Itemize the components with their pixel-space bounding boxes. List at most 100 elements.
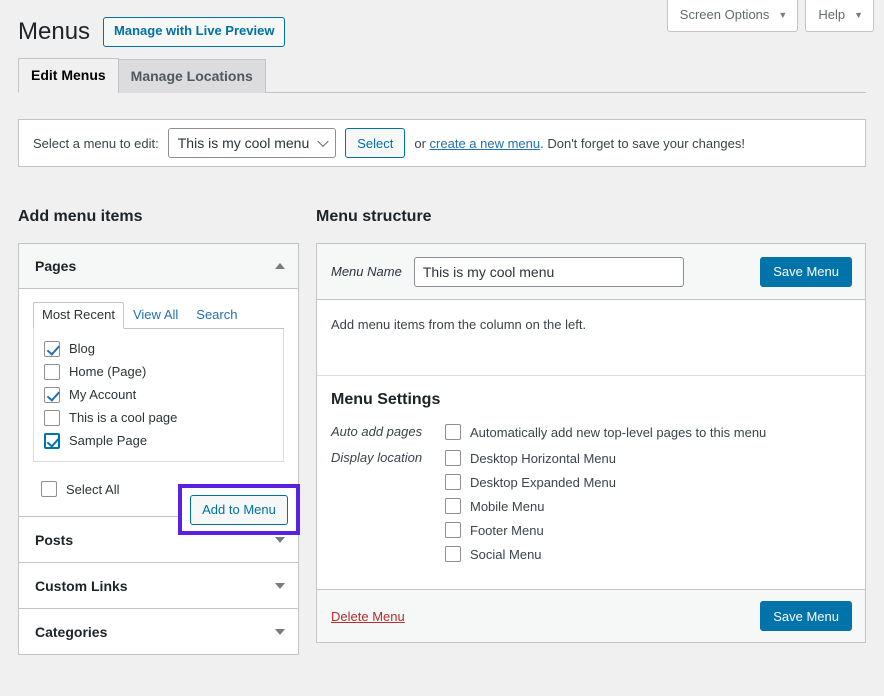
display-location-option[interactable]: Desktop Expanded Menu <box>445 473 616 491</box>
screen-meta-links: Screen Options ▼ Help ▼ <box>667 0 874 32</box>
custom-links-accordion-header[interactable]: Custom Links <box>19 563 298 608</box>
display-location-row: Display location Desktop Horizontal Menu… <box>331 449 851 563</box>
checkbox-social-menu[interactable] <box>445 546 461 562</box>
checkbox-footer-menu[interactable] <box>445 522 461 538</box>
list-item[interactable]: My Account <box>34 383 283 406</box>
tab-manage-locations[interactable]: Manage Locations <box>118 59 266 93</box>
menu-dropdown[interactable]: This is my cool menu <box>168 128 336 158</box>
manage-with-live-preview-button[interactable]: Manage with Live Preview <box>103 17 285 47</box>
help-button[interactable]: Help ▼ <box>805 0 874 32</box>
auto-add-pages-label: Auto add pages <box>331 423 445 441</box>
select-menu-label: Select a menu to edit: <box>33 136 159 151</box>
menu-structure-footer: Delete Menu Save Menu <box>317 589 865 642</box>
chevron-down-icon <box>318 136 329 147</box>
checkbox-blog[interactable] <box>44 341 60 357</box>
create-a-new-menu-link[interactable]: create a new menu <box>430 136 541 151</box>
menu-structure-panel: Menu Name Save Menu Add menu items from … <box>316 243 866 643</box>
checkbox-this-is-a-cool-page[interactable] <box>44 410 60 426</box>
menu-name-row: Menu Name Save Menu <box>317 244 865 300</box>
sub-tab-search[interactable]: Search <box>187 306 246 328</box>
checkbox-auto-add-pages[interactable] <box>445 424 461 440</box>
list-item-label: Blog <box>69 342 95 355</box>
empty-menu-note: Add menu items from the column on the le… <box>331 317 851 332</box>
checkbox-mobile-menu[interactable] <box>445 498 461 514</box>
select-all-label: Select All <box>66 482 119 497</box>
custom-links-accordion-title: Custom Links <box>35 578 128 594</box>
triangle-down-icon[interactable] <box>275 629 285 635</box>
create-menu-hint: or create a new menu. Don't forget to sa… <box>414 136 745 151</box>
display-location-option[interactable]: Desktop Horizontal Menu <box>445 449 616 467</box>
menu-dropdown-value: This is my cool menu <box>178 135 309 151</box>
list-item[interactable]: Sample Page <box>34 429 283 452</box>
page-header: Menus Manage with Live Preview <box>18 16 285 47</box>
checkbox-select-all[interactable] <box>41 481 57 497</box>
menu-settings-section: Menu Settings Auto add pages Automatical… <box>317 376 865 589</box>
select-button[interactable]: Select <box>345 128 405 158</box>
custom-links-accordion: Custom Links <box>18 562 299 608</box>
screen-options-button[interactable]: Screen Options ▼ <box>667 0 799 32</box>
add-menu-items-column: Pages Most Recent View All Search Blog H… <box>18 243 299 655</box>
auto-add-option-label: Automatically add new top-level pages to… <box>470 426 766 439</box>
triangle-down-icon[interactable] <box>275 583 285 589</box>
posts-accordion-title: Posts <box>35 532 73 548</box>
sub-tab-most-recent[interactable]: Most Recent <box>33 302 124 329</box>
save-menu-button-top[interactable]: Save Menu <box>760 257 852 287</box>
caret-down-icon: ▼ <box>854 9 863 22</box>
display-location-option-label: Desktop Expanded Menu <box>470 476 616 489</box>
pages-accordion-header[interactable]: Pages <box>19 244 298 289</box>
menu-name-input[interactable] <box>414 257 684 287</box>
menu-select-bar: Select a menu to edit: This is my cool m… <box>18 119 866 167</box>
display-location-option-label: Desktop Horizontal Menu <box>470 452 616 465</box>
list-item-label: Home (Page) <box>69 365 146 378</box>
list-item[interactable]: Blog <box>34 337 283 360</box>
list-item[interactable]: This is a cool page <box>34 406 283 429</box>
menu-structure-body: Add menu items from the column on the le… <box>317 300 865 375</box>
checkbox-home-page[interactable] <box>44 364 60 380</box>
triangle-down-icon[interactable] <box>275 537 285 543</box>
add-to-menu-button[interactable]: Add to Menu <box>190 495 288 525</box>
checkbox-desktop-horizontal-menu[interactable] <box>445 450 461 466</box>
pages-accordion: Pages Most Recent View All Search Blog H… <box>18 243 299 516</box>
save-menu-button-bottom[interactable]: Save Menu <box>760 601 852 631</box>
checkbox-my-account[interactable] <box>44 387 60 403</box>
display-location-options: Desktop Horizontal Menu Desktop Expanded… <box>445 449 616 563</box>
list-item[interactable]: Home (Page) <box>34 360 283 383</box>
display-location-option-label: Footer Menu <box>470 524 544 537</box>
pages-checkbox-list: Blog Home (Page) My Account This is a co… <box>33 329 284 462</box>
help-label: Help <box>818 6 845 24</box>
delete-menu-link[interactable]: Delete Menu <box>331 609 405 624</box>
auto-add-pages-row: Auto add pages Automatically add new top… <box>331 423 851 441</box>
select-all-group[interactable]: Select All <box>41 481 119 497</box>
categories-accordion: Categories <box>18 608 299 655</box>
display-location-option-label: Social Menu <box>470 548 542 561</box>
pages-accordion-body: Most Recent View All Search Blog Home (P… <box>19 289 298 516</box>
display-location-option[interactable]: Social Menu <box>445 545 616 563</box>
checkbox-desktop-expanded-menu[interactable] <box>445 474 461 490</box>
display-location-option-label: Mobile Menu <box>470 500 544 513</box>
screen-options-label: Screen Options <box>680 6 770 24</box>
menu-name-label: Menu Name <box>331 264 402 279</box>
tab-edit-menus[interactable]: Edit Menus <box>18 58 119 93</box>
menu-structure-heading: Menu structure <box>316 208 432 226</box>
display-location-option[interactable]: Mobile Menu <box>445 497 616 515</box>
pages-accordion-title: Pages <box>35 258 76 274</box>
categories-accordion-title: Categories <box>35 624 107 640</box>
checkbox-sample-page[interactable] <box>44 433 60 449</box>
caret-down-icon: ▼ <box>778 9 787 22</box>
triangle-up-icon[interactable] <box>275 263 285 269</box>
add-menu-items-heading: Add menu items <box>18 208 142 226</box>
spacer <box>331 332 851 375</box>
sub-tab-view-all[interactable]: View All <box>124 306 187 328</box>
hint-suffix: . Don't forget to save your changes! <box>540 136 745 151</box>
display-location-option[interactable]: Footer Menu <box>445 521 616 539</box>
auto-add-option[interactable]: Automatically add new top-level pages to… <box>445 423 766 441</box>
categories-accordion-header[interactable]: Categories <box>19 609 298 654</box>
hint-prefix: or <box>414 136 429 151</box>
nav-tab-bar: Edit Menus Manage Locations <box>18 59 866 93</box>
menu-settings-heading: Menu Settings <box>331 391 851 409</box>
page-title: Menus <box>18 16 90 47</box>
pages-sub-tabs: Most Recent View All Search <box>33 303 284 329</box>
display-location-label: Display location <box>331 449 445 467</box>
add-to-menu-highlight-annotation: Add to Menu <box>178 484 300 535</box>
list-item-label: Sample Page <box>69 434 147 447</box>
